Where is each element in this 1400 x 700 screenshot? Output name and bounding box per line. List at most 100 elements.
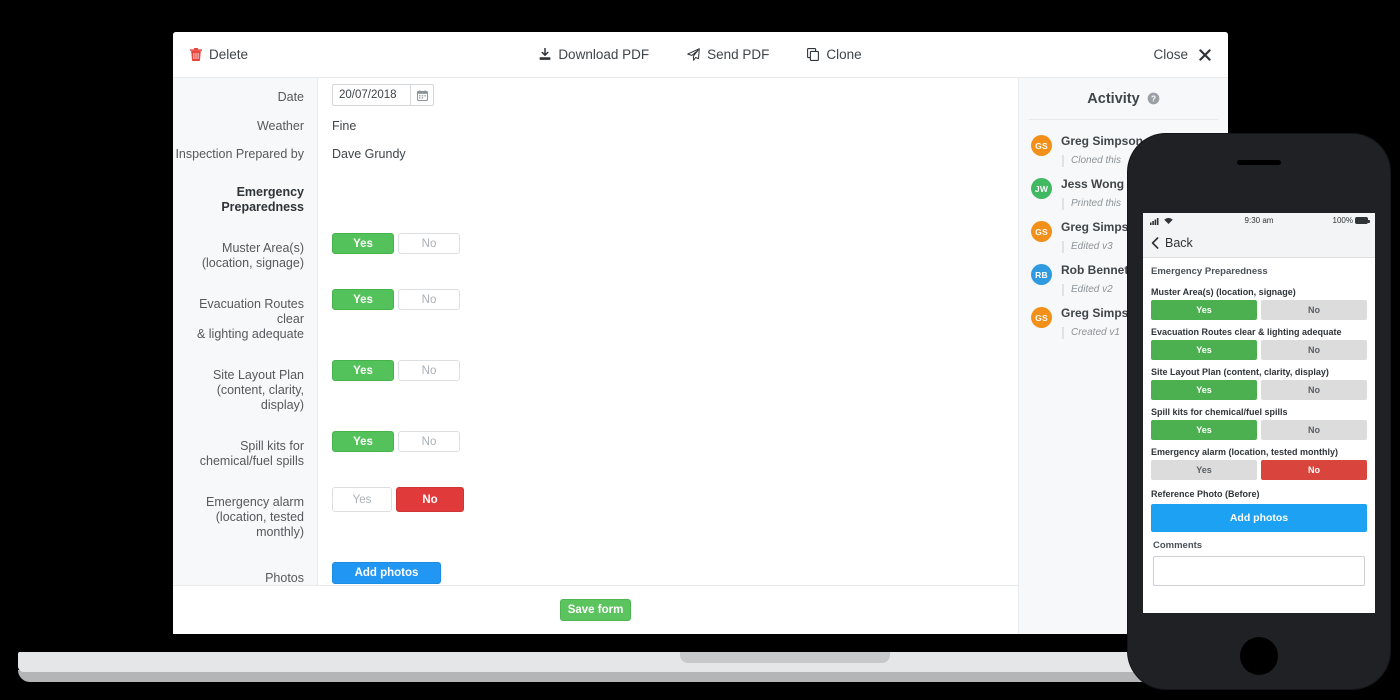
field-label-weather: Weather	[173, 106, 318, 134]
phone-status-bar: 9:30 am 100%	[1143, 213, 1375, 228]
yes-button[interactable]: Yes	[1151, 460, 1257, 480]
close-label: Close	[1153, 47, 1188, 62]
form-row-muster-area: Muster Area(s) (location, signage) Yes N…	[173, 215, 1018, 271]
phone-speaker	[1237, 160, 1281, 165]
form-scroll-area[interactable]: Date 20/07/2018 Weather Fine Inspection …	[173, 78, 1018, 585]
add-photos-button[interactable]: Add photos	[332, 562, 441, 584]
form-row-prepared-by: Inspection Prepared by Dave Grundy	[173, 134, 1018, 162]
yes-button[interactable]: Yes	[332, 233, 394, 254]
yes-button[interactable]: Yes	[1151, 340, 1257, 360]
copy-icon	[807, 48, 820, 61]
no-button[interactable]: No	[398, 233, 460, 254]
date-picker[interactable]	[332, 84, 434, 106]
phone-reference-photo-label: Reference Photo (Before)	[1151, 489, 1260, 499]
phone-comments-label: Comments	[1153, 540, 1203, 551]
phone-comments-input[interactable]	[1153, 556, 1365, 586]
save-form-button[interactable]: Save form	[560, 599, 631, 621]
phone-question-muster-area: Muster Area(s) (location, signage) Yes N…	[1151, 287, 1367, 320]
form-row-spill-kits: Spill kits for chemical/fuel spills Yes …	[173, 413, 1018, 469]
field-label-site-layout-plan: Site Layout Plan (content, clarity, disp…	[173, 342, 318, 413]
no-button[interactable]: No	[398, 289, 460, 310]
activity-title: Activity	[1087, 90, 1140, 107]
calendar-button[interactable]	[410, 84, 434, 106]
phone-mockup: 9:30 am 100% Back Emergency Preparedness…	[1128, 134, 1390, 689]
phone-question-emergency-alarm: Emergency alarm (location, tested monthl…	[1151, 447, 1367, 480]
field-value-prepared-by: Dave Grundy	[332, 147, 406, 161]
yes-button[interactable]: Yes	[332, 487, 392, 512]
avatar: GS	[1031, 307, 1052, 328]
modal-body: Date 20/07/2018 Weather Fine Inspection …	[173, 78, 1228, 634]
yes-button[interactable]: Yes	[332, 431, 394, 452]
field-label-spill-kits: Spill kits for chemical/fuel spills	[173, 413, 318, 469]
phone-question-evacuation-routes: Evacuation Routes clear & lighting adequ…	[1151, 327, 1367, 360]
yes-button[interactable]: Yes	[1151, 380, 1257, 400]
yes-button[interactable]: Yes	[1151, 420, 1257, 440]
field-label-muster-area: Muster Area(s) (location, signage)	[173, 215, 318, 271]
no-button[interactable]: No	[398, 360, 460, 381]
phone-question-label: Evacuation Routes clear & lighting adequ…	[1151, 327, 1342, 337]
scene: Delete Download PDF Send PDF Clone Close…	[0, 0, 1400, 700]
battery-icon	[1355, 217, 1370, 224]
field-label-emergency-alarm: Emergency alarm (location, tested monthl…	[173, 469, 318, 540]
no-button[interactable]: No	[1261, 340, 1367, 360]
avatar: RB	[1031, 264, 1052, 285]
yes-button[interactable]: Yes	[332, 289, 394, 310]
activity-header: Activity ?	[1029, 78, 1218, 120]
form-row-emergency-alarm: Emergency alarm (location, tested monthl…	[173, 469, 1018, 540]
laptop-base-notch	[680, 652, 890, 663]
clone-button[interactable]: Clone	[807, 47, 862, 62]
no-button[interactable]: No	[1261, 300, 1367, 320]
phone-home-button[interactable]	[1240, 637, 1278, 675]
section-title-emergency-preparedness: Emergency Preparedness	[173, 162, 318, 215]
phone-section-title: Emergency Preparedness	[1151, 266, 1268, 277]
form-pane: Date 20/07/2018 Weather Fine Inspection …	[173, 78, 1018, 634]
form-footer: Save form	[173, 585, 1018, 634]
no-button[interactable]: No	[1261, 380, 1367, 400]
date-input[interactable]	[332, 84, 410, 106]
phone-question-label: Emergency alarm (location, tested monthl…	[1151, 447, 1339, 457]
avatar: GS	[1031, 221, 1052, 242]
phone-question-label: Muster Area(s) (location, signage)	[1151, 287, 1296, 297]
phone-screen: 9:30 am 100% Back Emergency Preparedness…	[1143, 213, 1375, 613]
download-pdf-button[interactable]: Download PDF	[539, 47, 649, 62]
field-label-date: Date	[173, 78, 318, 106]
send-pdf-button[interactable]: Send PDF	[687, 47, 769, 62]
close-icon	[1199, 48, 1211, 61]
phone-question-label: Site Layout Plan (content, clarity, disp…	[1151, 367, 1329, 377]
form-row-site-layout-plan: Site Layout Plan (content, clarity, disp…	[173, 342, 1018, 413]
form-row-section-header: Emergency Preparedness	[173, 162, 1018, 215]
phone-question-site-layout-plan: Site Layout Plan (content, clarity, disp…	[1151, 367, 1367, 400]
phone-add-photos-button[interactable]: Add photos	[1151, 504, 1367, 532]
yes-button[interactable]: Yes	[1151, 300, 1257, 320]
phone-back-button[interactable]: Back	[1143, 228, 1375, 258]
calendar-icon	[416, 89, 428, 101]
phone-back-label: Back	[1165, 235, 1193, 250]
avatar: GS	[1031, 135, 1052, 156]
help-icon[interactable]: ?	[1147, 92, 1160, 105]
field-label-prepared-by: Inspection Prepared by	[173, 134, 318, 162]
yes-button[interactable]: Yes	[332, 360, 394, 381]
phone-battery-percent: 100%	[1332, 216, 1353, 225]
field-value-date	[318, 78, 1018, 106]
download-pdf-label: Download PDF	[558, 47, 650, 62]
toggle-site-layout-plan: Yes No	[332, 360, 1018, 381]
close-button[interactable]: Close	[1153, 47, 1211, 62]
no-button[interactable]: No	[1261, 460, 1367, 480]
send-pdf-label: Send PDF	[707, 47, 770, 62]
toolbar-center-actions: Download PDF Send PDF Clone	[173, 47, 1228, 62]
svg-text:?: ?	[1151, 94, 1156, 104]
phone-question-label: Spill kits for chemical/fuel spills	[1151, 407, 1288, 417]
no-button[interactable]: No	[1261, 420, 1367, 440]
field-label-photos: Photos	[173, 540, 318, 585]
toggle-emergency-alarm: Yes No	[332, 487, 1018, 512]
form-row-weather: Weather Fine	[173, 106, 1018, 134]
chevron-left-icon	[1151, 236, 1159, 249]
no-button[interactable]: No	[398, 431, 460, 452]
form-row-photos: Photos Add photos	[173, 540, 1018, 585]
no-button[interactable]: No	[396, 487, 464, 512]
field-value-weather: Fine	[332, 119, 357, 133]
phone-question-spill-kits: Spill kits for chemical/fuel spills Yes …	[1151, 407, 1367, 440]
avatar: JW	[1031, 178, 1052, 199]
toggle-muster-area: Yes No	[332, 233, 1018, 254]
form-row-date: Date	[173, 78, 1018, 106]
